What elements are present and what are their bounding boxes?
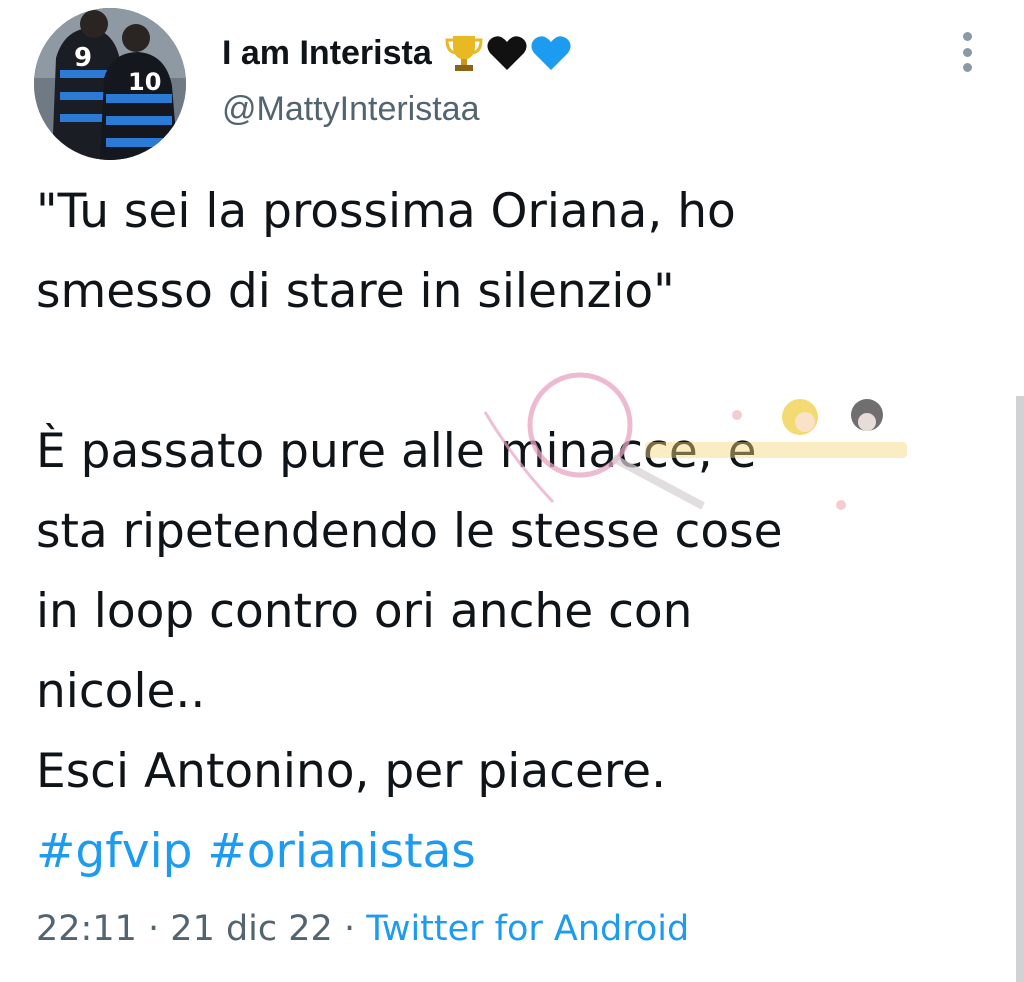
tweet-source-link[interactable]: Twitter for Android — [366, 909, 689, 949]
tweet-meta: 22:11 · 21 dic 22 · Twitter for Android — [36, 904, 689, 954]
meta-separator: · — [343, 909, 356, 949]
black-heart-icon — [487, 36, 527, 70]
trophy-icon — [445, 36, 483, 71]
tweet-time[interactable]: 22:11 — [36, 909, 137, 949]
tweet-line — [36, 332, 936, 412]
more-dot-icon — [962, 63, 972, 72]
more-dot-icon — [962, 47, 972, 57]
display-name-text: I am Interista — [222, 34, 432, 72]
author-names: I am Interista @MattyInteristaa — [222, 32, 572, 130]
more-dot-icon — [962, 32, 972, 41]
tweet-text: "Tu sei la prossima Oriana, ho smesso di… — [36, 172, 936, 892]
tweet-line: in loop contro ori anche con — [36, 584, 693, 639]
hashtags: #gfvip #orianistas — [36, 812, 936, 892]
tweet-line: sta ripetendendo le stesse cose — [36, 504, 783, 559]
svg-text:10: 10 — [128, 68, 161, 96]
meta-separator: · — [148, 909, 160, 949]
tweet-line: "Tu sei la prossima Oriana, ho — [36, 184, 736, 239]
avatar-image: 9 10 — [34, 8, 186, 160]
hashtag-link[interactable]: #gfvip — [36, 824, 192, 879]
tweet-line: nicole.. — [36, 664, 206, 719]
tweet-header: 9 10 I am Interista @MattyInteristaa — [34, 8, 994, 164]
svg-text:9: 9 — [74, 43, 92, 73]
tweet-line: Esci Antonino, per piacere. — [36, 744, 667, 799]
blue-heart-icon — [531, 36, 571, 70]
handle[interactable]: @MattyInteristaa — [222, 88, 572, 130]
hashtag-link[interactable]: #orianistas — [207, 824, 475, 879]
tweet-date[interactable]: 21 dic 22 — [170, 909, 333, 949]
scrollbar[interactable] — [1016, 396, 1024, 982]
tweet-line: smesso di stare in silenzio" — [36, 264, 675, 319]
name-emojis — [444, 32, 572, 74]
avatar[interactable]: 9 10 — [34, 8, 186, 160]
more-options-button[interactable] — [954, 32, 980, 72]
display-name[interactable]: I am Interista — [222, 32, 572, 74]
tweet-line: È passato pure alle minacce, e — [36, 424, 757, 479]
